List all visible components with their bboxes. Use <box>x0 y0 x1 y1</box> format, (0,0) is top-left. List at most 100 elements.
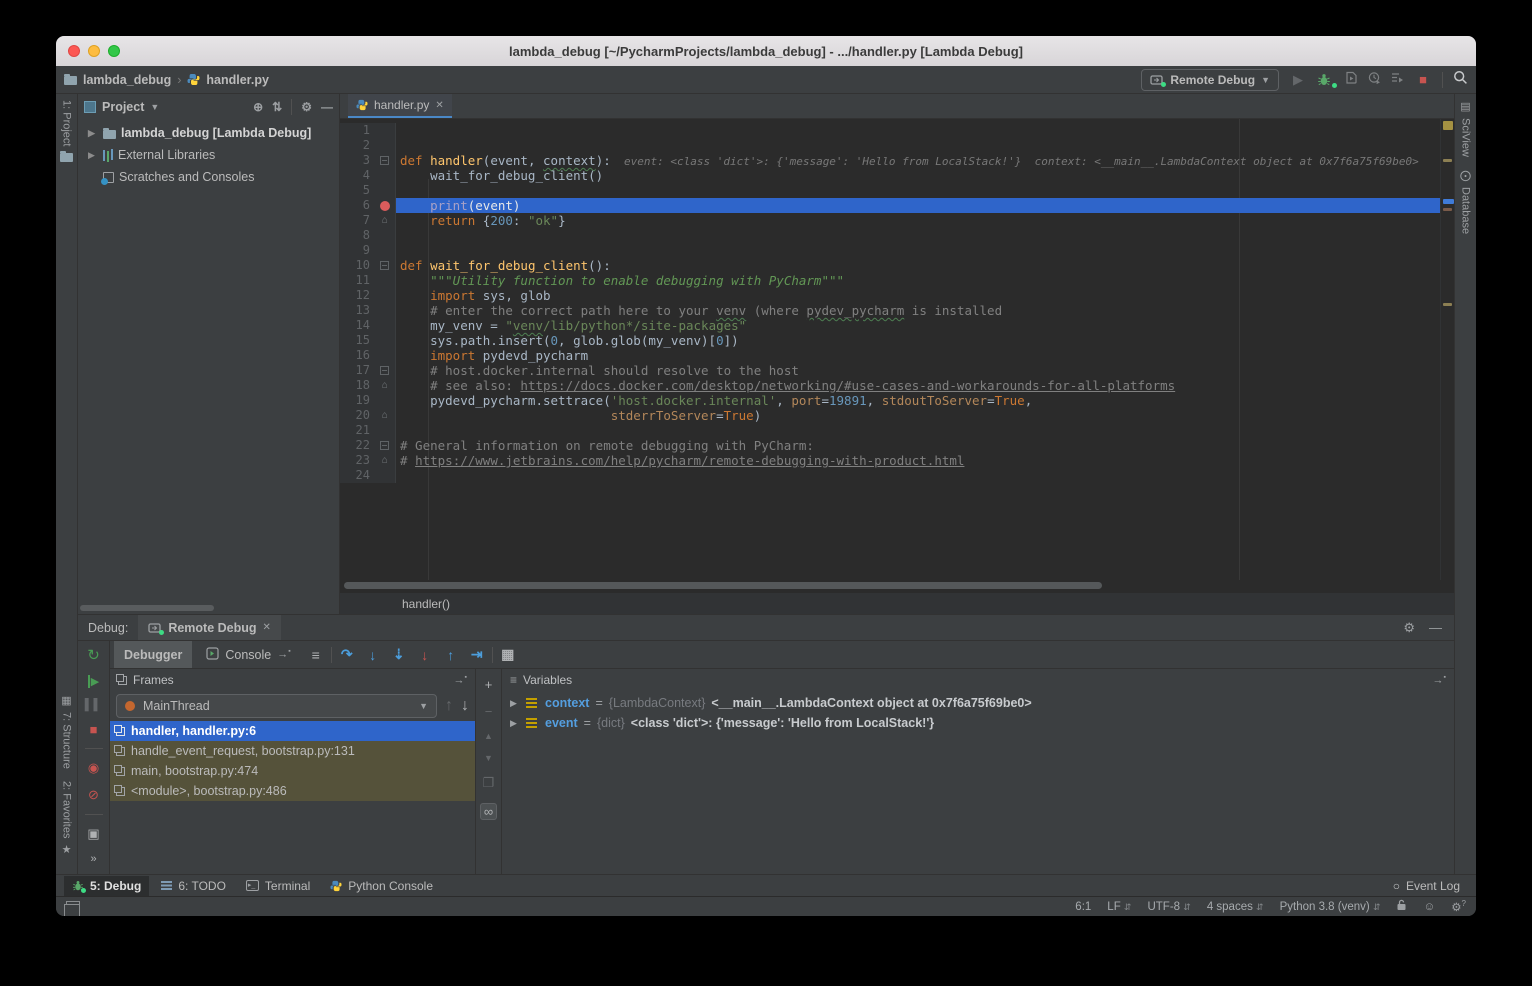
previous-frame-icon[interactable]: ↑ <box>445 697 453 715</box>
step-over-icon[interactable]: ↷ <box>336 646 358 663</box>
toolwindow-button-debug[interactable]: 5: Debug <box>64 876 149 896</box>
code-text[interactable]: # host.docker.internal should resolve to… <box>396 363 799 378</box>
gutter-cell[interactable] <box>374 273 396 288</box>
profiler-icon[interactable] <box>1368 71 1381 89</box>
code-line[interactable]: 24 <box>340 468 1440 483</box>
restore-layout-icon[interactable]: ▣ <box>87 826 99 842</box>
code-text[interactable]: # enter the correct path here to your ve… <box>396 303 1002 318</box>
stack-frame[interactable]: handler, handler.py:6 <box>110 721 475 741</box>
view-breakpoints-icon[interactable]: ◉ <box>88 760 99 776</box>
run-configurations-icon[interactable] <box>1391 71 1404 89</box>
move-up-icon[interactable]: ▲ <box>484 731 493 741</box>
fold-end-icon[interactable]: ⌂ <box>374 453 396 468</box>
line-number[interactable]: 12 <box>340 288 374 303</box>
code-line[interactable]: 13 # enter the correct path here to your… <box>340 303 1440 318</box>
code-text[interactable]: sys.path.insert(0, glob.glob(my_venv)[0]… <box>396 333 739 348</box>
stack-frame[interactable]: main, bootstrap.py:474 <box>110 761 475 781</box>
gutter-cell[interactable] <box>374 168 396 183</box>
editor-tab-handler[interactable]: handler.py ✕ <box>348 94 452 118</box>
fold-end-icon[interactable]: ⌂ <box>374 408 396 423</box>
run-to-cursor-icon[interactable]: ⇥ <box>466 646 488 663</box>
gutter-cell[interactable] <box>374 318 396 333</box>
project-panel-title[interactable]: Project <box>102 100 144 114</box>
code-line[interactable]: 8 <box>340 228 1440 243</box>
code-line[interactable]: 10def wait_for_debug_client(): <box>340 258 1440 273</box>
update-icon[interactable]: ⚙? <box>1451 899 1466 914</box>
line-number[interactable]: 6 <box>340 198 374 213</box>
code-text[interactable]: # https://www.jetbrains.com/help/pycharm… <box>396 453 964 468</box>
expand-arrow-icon[interactable]: ▶ <box>88 150 98 161</box>
remove-watch-icon[interactable]: − <box>485 704 493 719</box>
code-line[interactable]: 4 wait_for_debug_client() <box>340 168 1440 183</box>
line-number[interactable]: 24 <box>340 468 374 483</box>
code-text[interactable]: """Utility function to enable debugging … <box>396 273 844 288</box>
gear-icon[interactable]: ⚙ <box>1403 620 1415 636</box>
gutter-cell[interactable] <box>374 348 396 363</box>
code-text[interactable]: my_venv = "venv/lib/python*/site-package… <box>396 318 746 333</box>
resume-icon[interactable]: ▶ <box>88 675 99 688</box>
stop-icon[interactable]: ■ <box>90 722 98 737</box>
code-line[interactable]: 15 sys.path.insert(0, glob.glob(my_venv)… <box>340 333 1440 348</box>
locate-icon[interactable]: ⊕ <box>253 100 263 114</box>
code-line[interactable]: 12 import sys, glob <box>340 288 1440 303</box>
evaluate-expression-icon[interactable]: ▦ <box>497 646 519 663</box>
layout-settings-icon[interactable]: ≡ <box>305 647 327 663</box>
line-number[interactable]: 2 <box>340 138 374 153</box>
move-down-icon[interactable]: ▼ <box>484 753 493 763</box>
gutter-cell[interactable] <box>374 363 396 378</box>
stack-frame[interactable]: <module>, bootstrap.py:486 <box>110 781 475 801</box>
step-into-icon[interactable]: ↓ <box>362 647 384 663</box>
pin-icon[interactable]: →▪ <box>454 674 467 687</box>
expand-arrow-icon[interactable]: ▶ <box>510 698 520 709</box>
code-line[interactable]: 9 <box>340 243 1440 258</box>
code-text[interactable] <box>396 138 400 153</box>
line-number[interactable]: 9 <box>340 243 374 258</box>
line-number[interactable]: 3 <box>340 153 374 168</box>
chevron-down-icon[interactable]: ▼ <box>150 102 159 112</box>
run-icon[interactable]: ▶ <box>1289 72 1307 88</box>
debug-bug-icon[interactable] <box>1317 73 1335 87</box>
gutter-cell[interactable] <box>374 438 396 453</box>
step-into-my-code-icon[interactable]: ↓ <box>414 647 436 663</box>
code-text[interactable]: pydevd_pycharm.settrace('host.docker.int… <box>396 393 1032 408</box>
toolwindow-button-todo[interactable]: 6: TODO <box>153 876 234 896</box>
tab-debugger[interactable]: Debugger <box>114 641 192 668</box>
next-frame-icon[interactable]: ↓ <box>461 697 469 715</box>
code-editor[interactable]: 12 3def handler(event, context): event: <… <box>340 119 1440 580</box>
gutter-cell[interactable] <box>374 123 396 138</box>
code-text[interactable]: # General information on remote debuggin… <box>396 438 814 453</box>
code-text[interactable]: print(event) <box>396 198 1440 213</box>
debug-session-tab[interactable]: Remote Debug ✕ <box>138 615 281 640</box>
run-configuration-select[interactable]: Remote Debug ▼ <box>1141 69 1279 91</box>
fold-marker-icon[interactable] <box>380 366 389 375</box>
code-line[interactable]: 3def handler(event, context): event: <cl… <box>340 153 1440 168</box>
step-out-icon[interactable]: ↑ <box>440 647 462 663</box>
coverage-icon[interactable] <box>1345 71 1358 89</box>
gutter-cell[interactable] <box>374 138 396 153</box>
code-line[interactable]: 22# General information on remote debugg… <box>340 438 1440 453</box>
tab-console[interactable]: Console →▪ <box>196 641 300 668</box>
breadcrumb-file[interactable]: handler.py <box>206 73 269 87</box>
zoom-window-button[interactable] <box>108 45 120 57</box>
event-log-button[interactable]: ○ Event Log <box>1385 876 1468 896</box>
gutter-cell[interactable] <box>374 288 396 303</box>
line-number[interactable]: 23 <box>340 453 374 468</box>
line-separator-widget[interactable]: LF ⇵ <box>1107 901 1131 913</box>
gutter-cell[interactable] <box>374 393 396 408</box>
more-icon[interactable]: » <box>90 853 96 865</box>
code-line[interactable]: 11 """Utility function to enable debuggi… <box>340 273 1440 288</box>
fold-end-icon[interactable]: ⌂ <box>374 378 396 393</box>
line-number[interactable]: 13 <box>340 303 374 318</box>
line-number[interactable]: 4 <box>340 168 374 183</box>
code-text[interactable] <box>396 423 400 438</box>
rerun-icon[interactable]: ↻ <box>87 646 100 664</box>
variable-row[interactable]: ▶context={LambdaContext}<__main__.Lambda… <box>502 693 1454 713</box>
code-line[interactable]: 20⌂ stderrToServer=True) <box>340 408 1440 423</box>
mute-breakpoints-icon[interactable]: ⊘ <box>88 787 99 803</box>
interpreter-widget[interactable]: Python 3.8 (venv) ⇵ <box>1280 901 1381 913</box>
close-icon[interactable]: ✕ <box>435 100 443 111</box>
variable-row[interactable]: ▶event={dict}<class 'dict'>: {'message':… <box>502 713 1454 733</box>
code-line[interactable]: 21 <box>340 423 1440 438</box>
editor-breadcrumb[interactable]: handler() <box>340 592 1454 614</box>
stop-icon[interactable]: ■ <box>1414 72 1432 87</box>
